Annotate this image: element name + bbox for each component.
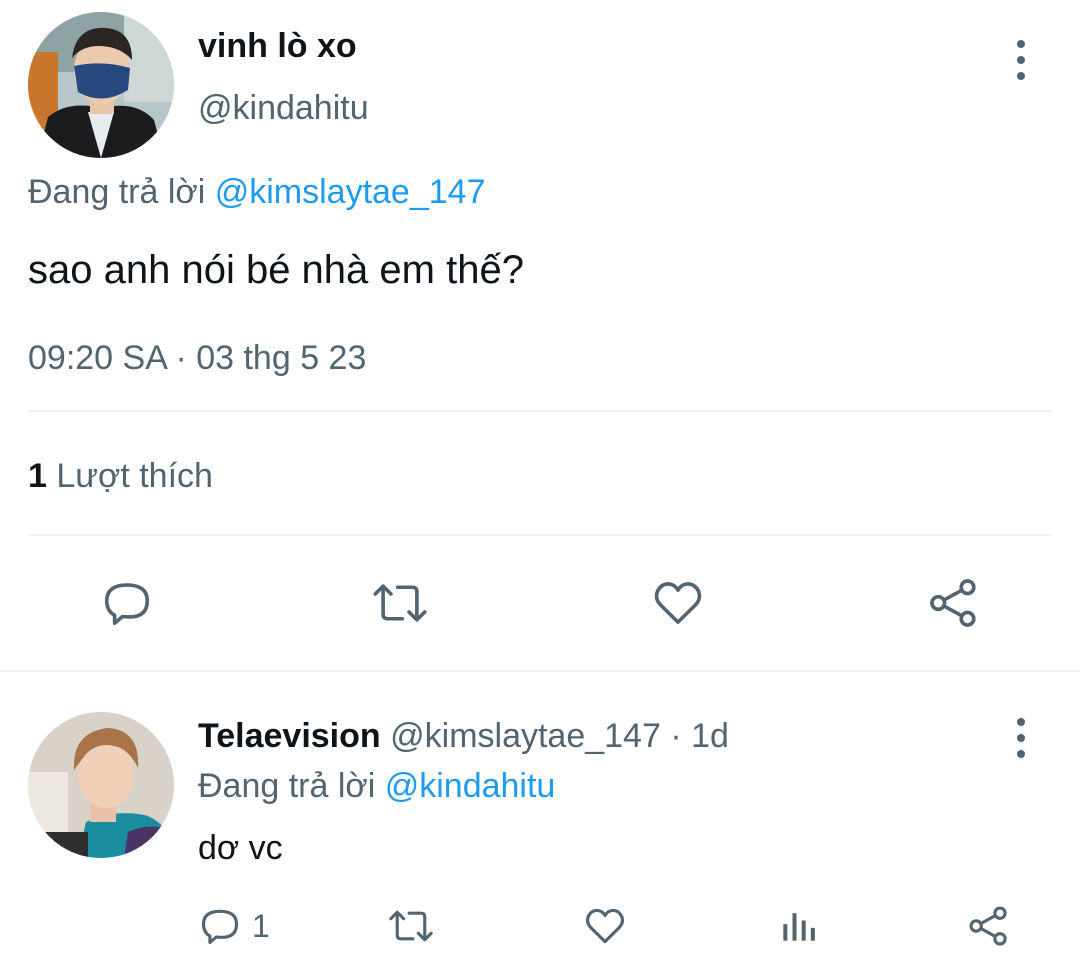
share-icon[interactable] bbox=[966, 904, 1012, 948]
likes-stat[interactable]: 1 Lượt thích bbox=[28, 456, 213, 496]
likes-label: Lượt thích bbox=[56, 457, 213, 495]
reply-icon[interactable] bbox=[198, 904, 242, 948]
tweet-timestamp[interactable]: 09:20 SA · 03 thg 5 23 bbox=[28, 338, 366, 378]
author-handle[interactable]: @kindahitu bbox=[198, 88, 369, 128]
like-icon[interactable] bbox=[582, 904, 628, 948]
divider bbox=[28, 410, 1052, 412]
views-icon[interactable] bbox=[776, 904, 820, 948]
tweet-age[interactable]: 1d bbox=[691, 717, 729, 755]
section-divider bbox=[0, 670, 1080, 672]
replying-to-link[interactable]: @kindahitu bbox=[385, 767, 556, 805]
author-name[interactable]: vinh lò xo bbox=[198, 26, 357, 66]
tweet-text: dơ vc bbox=[198, 829, 283, 867]
avatar[interactable] bbox=[28, 12, 174, 158]
tweet-text: sao anh nói bé nhà em thế? bbox=[28, 248, 524, 292]
likes-count: 1 bbox=[28, 457, 47, 495]
more-options-icon[interactable] bbox=[1001, 708, 1041, 768]
replying-prefix: Đang trả lời bbox=[198, 767, 376, 805]
share-icon[interactable] bbox=[926, 576, 982, 630]
reply-action[interactable]: 1 bbox=[198, 904, 270, 948]
reply-icon[interactable] bbox=[100, 576, 154, 630]
avatar[interactable] bbox=[28, 712, 174, 858]
replying-to-link[interactable]: @kimslaytae_147 bbox=[215, 173, 486, 211]
like-icon[interactable] bbox=[650, 576, 706, 630]
more-options-icon[interactable] bbox=[1001, 30, 1041, 90]
retweet-icon[interactable] bbox=[370, 576, 430, 630]
replying-to-line: Đang trả lời @kindahitu bbox=[198, 766, 555, 806]
replying-to-line: Đang trả lời @kimslaytae_147 bbox=[28, 172, 485, 212]
author-name[interactable]: Telaevision bbox=[198, 717, 381, 755]
divider bbox=[28, 534, 1052, 536]
reply-header: Telaevision @kimslaytae_147 · 1d bbox=[198, 716, 729, 756]
reply-count: 1 bbox=[252, 908, 270, 944]
author-handle[interactable]: @kimslaytae_147 bbox=[390, 717, 661, 755]
replying-prefix: Đang trả lời bbox=[28, 173, 206, 211]
retweet-icon[interactable] bbox=[386, 904, 436, 948]
separator: · bbox=[670, 717, 682, 755]
